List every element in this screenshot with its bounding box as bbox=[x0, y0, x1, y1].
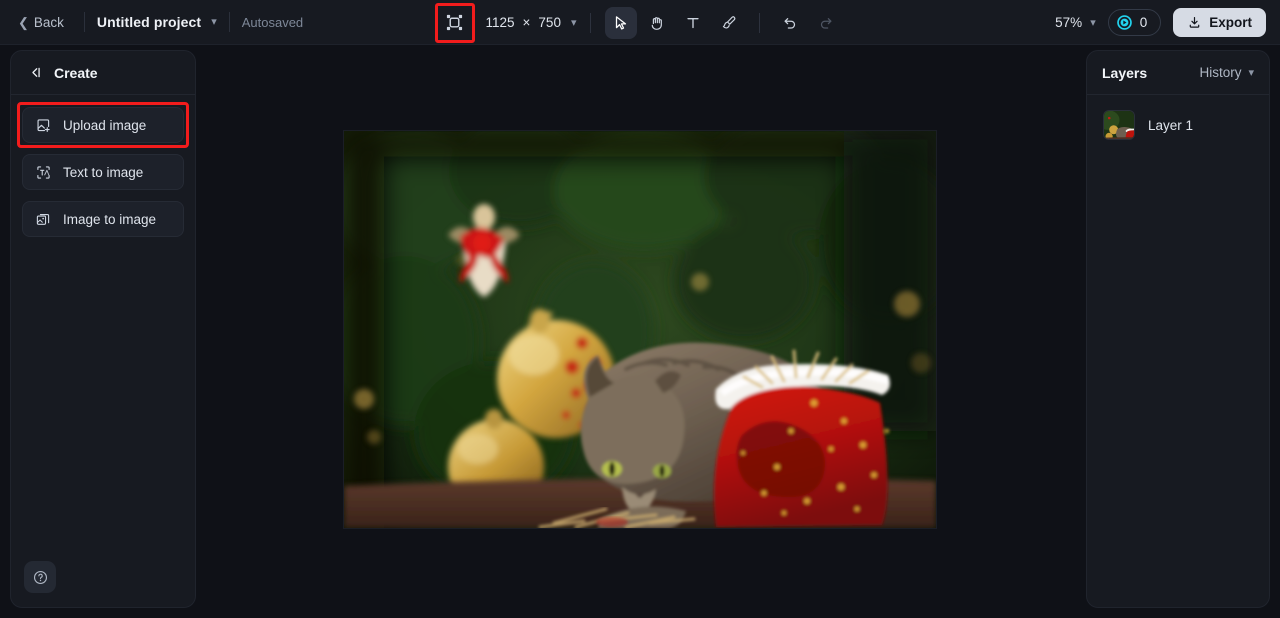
project-title: Untitled project bbox=[96, 14, 202, 30]
image-to-image-icon bbox=[36, 213, 50, 225]
upload-image-label: Upload image bbox=[63, 117, 147, 133]
christmas-cat-photo bbox=[344, 131, 936, 528]
create-panel-title: Create bbox=[54, 64, 98, 81]
credits-badge[interactable]: 0 bbox=[1107, 9, 1162, 36]
topbar-left-group: ❮ Back Untitled project ▾ Autosaved bbox=[0, 0, 303, 45]
resize-canvas-button[interactable] bbox=[434, 2, 475, 43]
image-editor-app: ❮ Back Untitled project ▾ Autosaved 1125… bbox=[0, 0, 1280, 618]
chevron-down-icon[interactable]: ▾ bbox=[211, 16, 217, 28]
divider bbox=[83, 12, 85, 32]
tool-group bbox=[605, 6, 745, 39]
redo-button[interactable] bbox=[810, 7, 842, 39]
upload-image-wrapper: Upload image bbox=[17, 102, 189, 148]
layer-list: Layer 1 bbox=[1087, 95, 1269, 146]
text-t-icon bbox=[687, 17, 700, 28]
back-button[interactable]: ❮ Back bbox=[14, 10, 72, 35]
layer-thumbnail bbox=[1103, 110, 1135, 140]
layer-item[interactable]: Layer 1 bbox=[1096, 104, 1260, 146]
help-circle-icon bbox=[33, 570, 47, 584]
redo-arrow-icon bbox=[821, 17, 832, 29]
cursor-arrow-icon bbox=[616, 15, 627, 30]
tab-history-label: History bbox=[1199, 65, 1242, 80]
back-label: Back bbox=[33, 14, 64, 30]
credits-count: 0 bbox=[1139, 15, 1148, 30]
canvas-area[interactable] bbox=[196, 45, 1084, 618]
layer-name: Layer 1 bbox=[1148, 117, 1194, 133]
tab-layers[interactable]: Layers bbox=[1102, 65, 1147, 81]
canvas-height-value: 750 bbox=[538, 15, 561, 30]
brush-tool[interactable] bbox=[713, 7, 745, 39]
layers-panel-header: Layers History ▾ bbox=[1087, 51, 1269, 95]
canvas-size-selector[interactable]: 1125 × 750 ▾ bbox=[486, 15, 577, 30]
zoom-level-selector[interactable]: 57% ▾ bbox=[1055, 15, 1096, 30]
export-button[interactable]: Export bbox=[1173, 8, 1266, 37]
text-to-image-button[interactable]: Text to image bbox=[22, 154, 184, 190]
text-tool[interactable] bbox=[677, 7, 709, 39]
image-upload-icon bbox=[37, 118, 50, 132]
image-to-image-wrapper: Image to image bbox=[22, 201, 184, 237]
artboard[interactable] bbox=[344, 131, 936, 528]
canvas-width-value: 1125 bbox=[485, 15, 515, 30]
resize-icon bbox=[446, 14, 463, 31]
text-to-image-wrapper: Text to image bbox=[22, 154, 184, 190]
autosaved-status: Autosaved bbox=[241, 14, 304, 30]
create-sidebar: Create Upload image Text to image Image … bbox=[10, 50, 196, 608]
text-to-image-icon bbox=[37, 165, 50, 179]
upload-image-button[interactable]: Upload image bbox=[22, 107, 184, 143]
download-icon bbox=[1189, 16, 1200, 28]
undo-button[interactable] bbox=[774, 7, 806, 39]
divider bbox=[228, 12, 230, 32]
size-separator: × bbox=[522, 15, 531, 30]
chevron-down-icon: ▾ bbox=[1248, 67, 1254, 79]
topbar-right-group: 57% ▾ 0 Export bbox=[1055, 0, 1266, 45]
image-to-image-button[interactable]: Image to image bbox=[22, 201, 184, 237]
layers-panel: Layers History ▾ Layer 1 bbox=[1086, 50, 1270, 608]
create-panel-header: Create bbox=[11, 51, 195, 95]
collapse-panel-icon[interactable] bbox=[27, 64, 44, 81]
divider bbox=[759, 12, 761, 33]
select-tool[interactable] bbox=[605, 6, 638, 39]
undo-arrow-icon bbox=[784, 17, 796, 29]
help-button[interactable] bbox=[24, 561, 56, 593]
history-controls bbox=[774, 7, 842, 39]
divider bbox=[590, 12, 592, 33]
create-options-list: Upload image Text to image Image to imag… bbox=[11, 95, 195, 237]
zoom-level-value: 57% bbox=[1055, 15, 1083, 30]
top-toolbar: ❮ Back Untitled project ▾ Autosaved 1125… bbox=[0, 0, 1280, 45]
tab-history[interactable]: History ▾ bbox=[1199, 65, 1254, 80]
christmas-cat-thumbnail bbox=[1104, 111, 1134, 139]
chevron-down-icon: ▾ bbox=[570, 17, 577, 29]
text-to-image-label: Text to image bbox=[63, 164, 144, 180]
export-label: Export bbox=[1209, 15, 1252, 30]
hand-tool[interactable] bbox=[641, 7, 673, 39]
hand-icon bbox=[652, 16, 663, 30]
image-to-image-label: Image to image bbox=[63, 211, 157, 227]
chevron-left-icon: ❮ bbox=[18, 14, 29, 30]
credit-coin-icon bbox=[1116, 15, 1132, 30]
chevron-down-icon: ▾ bbox=[1090, 17, 1096, 29]
brush-icon bbox=[723, 15, 736, 28]
